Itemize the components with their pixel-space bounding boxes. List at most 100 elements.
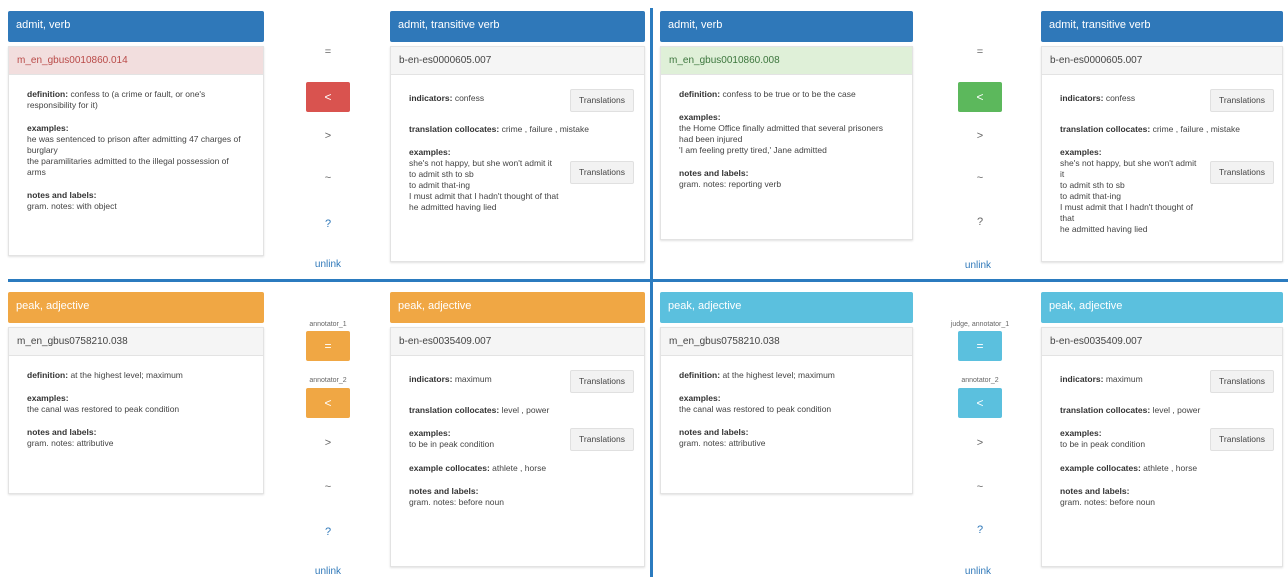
collocates-section: translation collocates: level , power: [409, 405, 634, 416]
right-sense-card: b-en-es0000605.007 indicators: confess T…: [390, 46, 645, 262]
definition-text: confess to be true or to be the case: [722, 89, 856, 99]
left-sense-header: admit, verb: [8, 11, 264, 42]
tilde-button[interactable]: ~: [306, 481, 350, 493]
collocates-text: crime , failure , mistake: [1152, 124, 1240, 134]
notes-label: notes and labels:: [409, 486, 479, 496]
examples-label: examples:: [27, 123, 69, 133]
examples-section: examples: to be in peak condition Transl…: [1060, 428, 1274, 451]
greater-than-button[interactable]: >: [958, 130, 1002, 142]
examples-section: examples: the canal was restored to peak…: [27, 393, 245, 415]
example-line: to be in peak condition: [409, 439, 495, 449]
examples-section: examples: the Home Office finally admitt…: [679, 112, 894, 156]
example-line: to admit sth to sb: [409, 169, 474, 179]
sense-id: m_en_gbus0758210.038: [661, 328, 912, 356]
less-than-label: <: [324, 90, 332, 104]
unlink-link[interactable]: unlink: [298, 566, 358, 577]
annotator-label: annotator_2: [309, 377, 347, 384]
definition-label: definition:: [27, 370, 69, 380]
less-than-button[interactable]: <: [958, 388, 1002, 418]
notes-label: notes and labels:: [679, 168, 749, 178]
right-sense-card: b-en-es0035409.007 indicators: maximum T…: [390, 327, 645, 567]
notes-text: gram. notes: before noun: [409, 497, 504, 507]
tilde-button[interactable]: ~: [958, 172, 1002, 184]
unsure-button[interactable]: ?: [958, 216, 1002, 228]
unsure-button[interactable]: ?: [306, 526, 350, 538]
sense-id: m_en_gbus0758210.038: [9, 328, 263, 356]
examples-label: examples:: [409, 428, 451, 438]
collocates-section: translation collocates: level , power: [1060, 405, 1274, 416]
notes-text: gram. notes: with object: [27, 201, 117, 211]
left-sense-header: peak, adjective: [660, 292, 913, 323]
sense-id: b-en-es0035409.007: [1042, 328, 1282, 356]
example-line: the Home Office finally admitted that se…: [679, 123, 883, 144]
translations-button[interactable]: Translations: [1210, 161, 1274, 184]
translations-button[interactable]: Translations: [570, 370, 634, 393]
unlink-link[interactable]: unlink: [948, 566, 1008, 577]
unlink-link[interactable]: unlink: [298, 259, 358, 270]
less-than-label: <: [976, 396, 984, 410]
equal-button[interactable]: =: [306, 46, 350, 58]
collocates-label: translation collocates:: [1060, 405, 1151, 415]
left-sense-card: m_en_gbus0758210.038 definition: at the …: [660, 327, 913, 494]
collocates-text: crime , failure , mistake: [501, 124, 589, 134]
less-than-button[interactable]: <: [958, 82, 1002, 112]
greater-than-button[interactable]: >: [306, 130, 350, 142]
translations-button[interactable]: Translations: [1210, 89, 1274, 112]
example-line: he admitted having lied: [409, 202, 497, 212]
tilde-button[interactable]: ~: [306, 172, 350, 184]
example-line: the canal was restored to peak condition: [679, 404, 832, 414]
equal-button[interactable]: =: [958, 46, 1002, 58]
greater-than-button[interactable]: >: [958, 437, 1002, 449]
collocates-text: level , power: [501, 405, 550, 415]
example-line: to be in peak condition: [1060, 439, 1146, 449]
notes-section: notes and labels: gram. notes: attributi…: [27, 427, 245, 449]
tilde-button[interactable]: ~: [958, 481, 1002, 493]
equal-button[interactable]: =: [958, 331, 1002, 361]
left-sense-card: m_en_gbus0758210.038 definition: at the …: [8, 327, 264, 494]
examples-section: examples: she's not happy, but she won't…: [1060, 147, 1274, 235]
examples-section: examples: to be in peak condition Transl…: [409, 428, 634, 451]
indicators-text: maximum: [454, 374, 492, 384]
notes-text: gram. notes: attributive: [679, 438, 766, 448]
annotator-label: judge, annotator_1: [950, 321, 1010, 328]
examples-section: examples: the canal was restored to peak…: [679, 393, 894, 415]
unsure-button[interactable]: ?: [958, 524, 1002, 536]
header-label: admit, transitive verb: [1049, 19, 1151, 31]
notes-label: notes and labels:: [27, 427, 97, 437]
less-than-button[interactable]: <: [306, 388, 350, 418]
collocates-label: translation collocates:: [409, 405, 500, 415]
less-than-button[interactable]: <: [306, 82, 350, 112]
left-sense-header: admit, verb: [660, 11, 913, 42]
annotator-label: annotator_1: [309, 321, 347, 328]
example-collocates-text: athlete , horse: [1143, 463, 1198, 473]
equal-button[interactable]: =: [306, 331, 350, 361]
notes-section: notes and labels: gram. notes: before no…: [409, 486, 634, 508]
example-line: she's not happy, but she won't admit it: [409, 158, 552, 168]
notes-section: notes and labels: gram. notes: attributi…: [679, 427, 894, 449]
header-label: peak, adjective: [668, 300, 742, 312]
header-label: peak, adjective: [16, 300, 90, 312]
definition-text: at the highest level; maximum: [70, 370, 183, 380]
collocates-label: translation collocates:: [409, 124, 500, 134]
translations-button[interactable]: Translations: [570, 161, 634, 184]
translations-button[interactable]: Translations: [570, 428, 634, 451]
unlink-link[interactable]: unlink: [948, 260, 1008, 271]
definition-label: definition:: [27, 89, 69, 99]
horizontal-divider-right: [653, 279, 1288, 282]
translations-button[interactable]: Translations: [1210, 370, 1274, 393]
example-line: he admitted having lied: [1060, 224, 1148, 234]
less-than-label: <: [976, 90, 984, 104]
example-line: to admit that-ing: [1060, 191, 1121, 201]
left-sense-header: peak, adjective: [8, 292, 264, 323]
translations-button[interactable]: Translations: [570, 89, 634, 112]
example-line: to admit that-ing: [409, 180, 470, 190]
notes-label: notes and labels:: [27, 190, 97, 200]
greater-than-button[interactable]: >: [306, 437, 350, 449]
example-collocates-label: example collocates:: [1060, 463, 1141, 473]
definition-label: definition:: [679, 89, 721, 99]
notes-text: gram. notes: before noun: [1060, 497, 1155, 507]
indicators-label: indicators:: [1060, 93, 1104, 103]
indicators-section: indicators: confess Translations: [409, 89, 634, 112]
unsure-button[interactable]: ?: [306, 218, 350, 230]
translations-button[interactable]: Translations: [1210, 428, 1274, 451]
